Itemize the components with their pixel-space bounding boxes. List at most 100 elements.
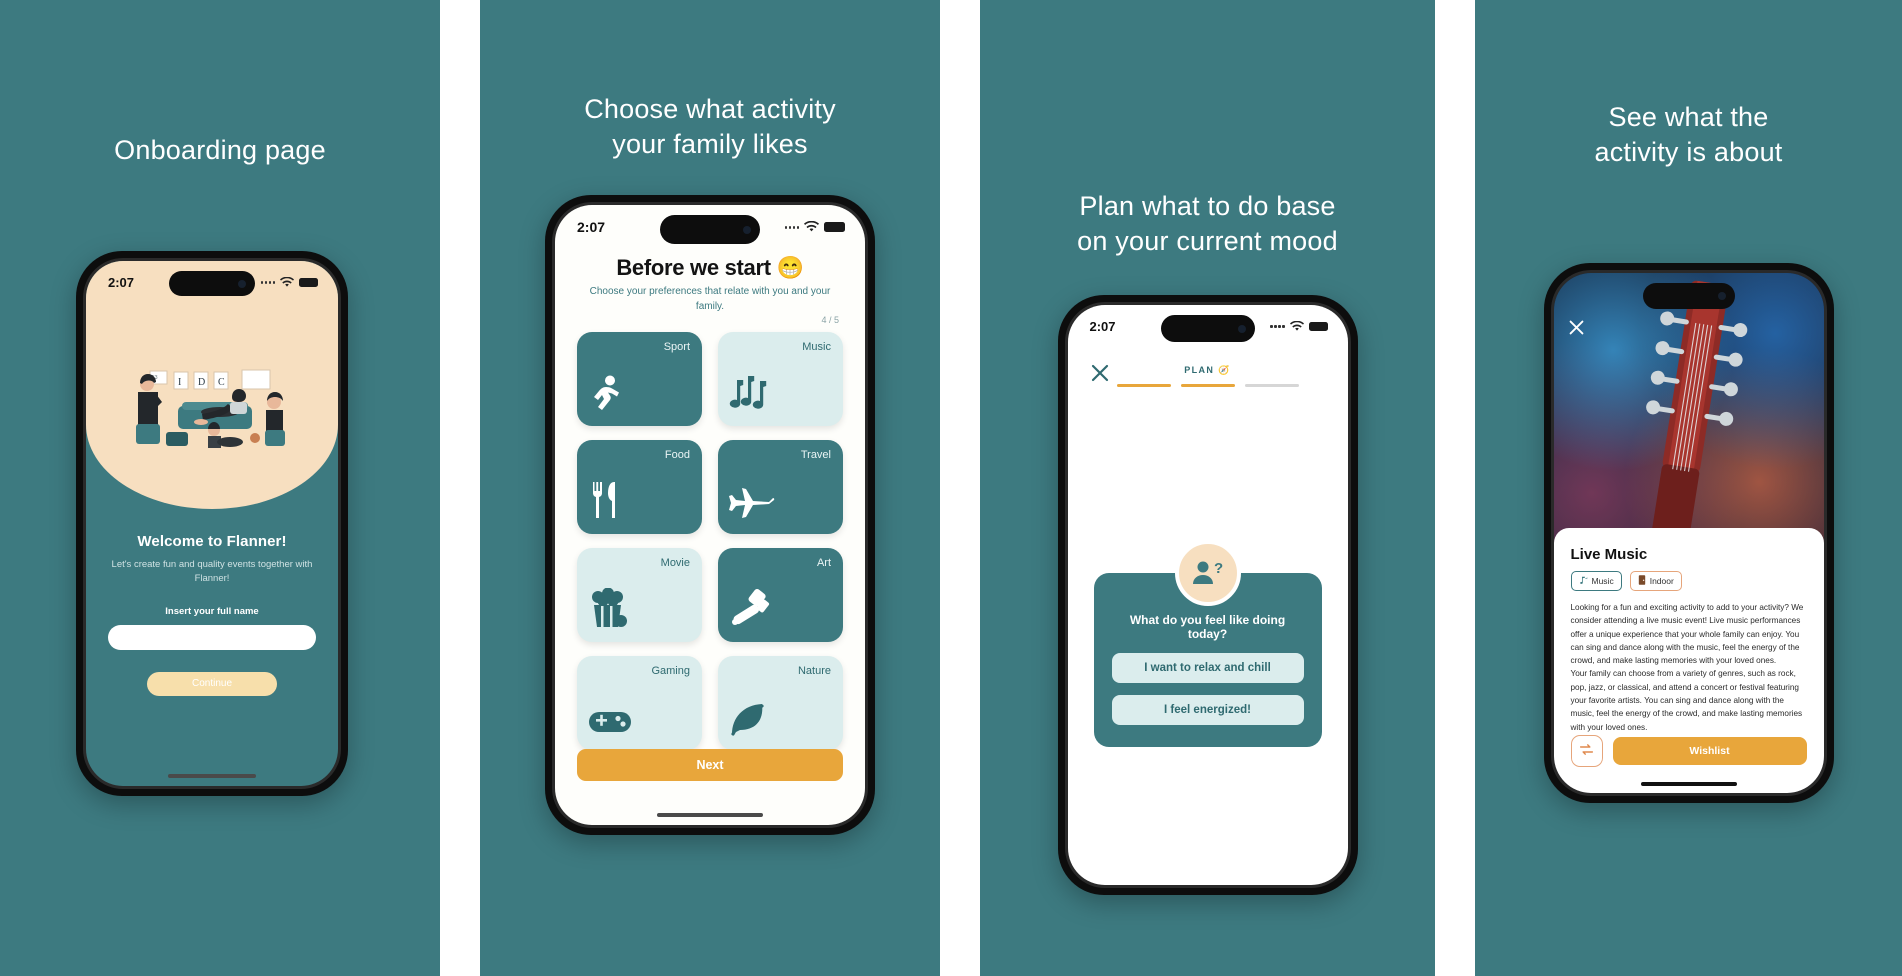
tag-label: Music [1591,576,1614,586]
panel-divider-1 [440,0,480,976]
category-card-sport[interactable]: Sport [577,332,702,426]
category-label: Gaming [651,665,690,677]
page-title-text: Before we start [616,255,771,280]
shuffle-button[interactable] [1570,735,1603,767]
home-indicator[interactable] [657,813,763,817]
cellular-icon [260,281,275,284]
activity-detail-card: Live Music Music Indoor Looking for a fu… [1553,528,1824,793]
cellular-icon [784,225,799,229]
page-title: Before we start 😁 [581,255,839,281]
description-paragraph-1: Looking for a fun and exciting activity … [1570,603,1804,666]
dynamic-island [1642,283,1735,309]
category-grid: Sport Music Food Travel Movie Art Gaming… [577,332,843,750]
wifi-icon [1289,321,1304,331]
category-label: Food [664,449,690,461]
plan-stepper: PLAN 🧭 [1068,365,1348,387]
progress-segment-1 [1116,384,1171,387]
phone-mockup-2: 2:07 Before we start 😁 Choose your prefe… [545,195,875,835]
page-subtitle: Let's create fun and quality events toge… [111,559,313,584]
popcorn-icon [588,587,632,633]
activity-title: Live Music [1570,546,1648,563]
battery-icon [1308,321,1328,332]
panel-preferences: Choose what activity your family likes 2… [480,0,940,976]
guitar-headstock-image [1645,280,1747,542]
panel-divider-2 [940,0,980,976]
category-card-music[interactable]: Music [718,332,843,426]
mood-option-energized[interactable]: I feel energized! [1111,695,1304,725]
panel-1-caption: Onboarding page [114,135,326,165]
fullname-input[interactable] [108,624,316,650]
compass-emoji: 🧭 [1218,365,1231,375]
plan-step-label: PLAN 🧭 [1068,365,1348,376]
gamepad-icon [588,706,632,741]
cutlery-icon [588,480,626,525]
category-card-nature[interactable]: Nature [718,656,843,750]
dynamic-island [169,271,255,296]
category-label: Nature [797,665,831,677]
home-indicator[interactable] [1640,782,1737,786]
category-label: Art [816,557,831,569]
panel-divider-3 [1435,0,1475,976]
airplane-icon [729,480,775,525]
progress-bars [1068,384,1348,387]
panel-3-caption: Plan what to do base on your current moo… [1077,191,1338,256]
mood-option-relax[interactable]: I want to relax and chill [1111,653,1304,683]
door-icon [1638,575,1646,587]
screenshot-board: Onboarding page 2:07 I D C Welcome to Fl… [0,0,1902,976]
wishlist-button[interactable]: Wishlist [1612,737,1807,765]
next-button[interactable]: Next [577,749,843,781]
category-card-travel[interactable]: Travel [718,440,843,534]
home-indicator[interactable] [168,774,256,778]
category-card-movie[interactable]: Movie [577,548,702,642]
panel-4-caption: See what the activity is about [1594,102,1783,167]
svg-text:D: D [198,377,205,388]
wifi-icon [804,221,819,232]
category-card-food[interactable]: Food [577,440,702,534]
fullname-label: Insert your full name [165,605,259,617]
paintbrush-icon [729,588,773,633]
page-title: Welcome to Flanner! [137,533,287,550]
plan-label-text: PLAN [1184,365,1215,375]
svg-text:C: C [218,377,225,388]
tag-indoor[interactable]: Indoor [1629,571,1682,591]
music-note-icon [1579,576,1588,587]
status-time: 2:07 [1089,319,1116,334]
activity-description: Looking for a fun and exciting activity … [1571,601,1807,734]
tag-music[interactable]: Music [1570,571,1622,591]
preferences-header: Before we start 😁 Choose your preference… [555,255,865,314]
category-label: Sport [663,341,690,353]
family-illustration: I D C 53 [86,366,338,448]
dynamic-island [1160,315,1255,342]
avatar: ? [1174,540,1241,606]
shuffle-icon [1579,742,1594,760]
category-card-gaming[interactable]: Gaming [577,656,702,750]
phone-mockup-1: 2:07 I D C Welcome to Flanner! Let's cre… [76,251,348,796]
cellular-icon [1270,325,1285,328]
svg-text:I: I [178,377,181,388]
category-label: Movie [660,557,690,569]
category-card-art[interactable]: Art [718,548,843,642]
step-counter: 4 / 5 [821,315,839,325]
tag-label: Indoor [1649,576,1674,586]
dynamic-island [660,215,760,244]
continue-button[interactable]: Continue [147,671,277,696]
progress-segment-2 [1180,384,1235,387]
grinning-face-emoji: 😁 [776,255,804,280]
panel-mood-plan: Plan what to do base on your current moo… [980,0,1435,976]
battery-icon [299,277,318,288]
onboarding-content: Welcome to Flanner! Let's create fun and… [86,533,338,696]
phone-mockup-4: Live Music Music Indoor Looking for a fu… [1543,263,1834,803]
status-time: 2:07 [108,275,135,290]
music-note-icon [729,374,771,417]
activity-actions: Wishlist [1570,735,1807,767]
progress-segment-3 [1244,384,1299,387]
mood-question-card: ? What do you feel like doing today? I w… [1093,540,1322,747]
wifi-icon [280,277,294,287]
leaf-icon [729,700,771,741]
activity-photo [1553,273,1824,548]
category-label: Travel [800,449,831,461]
close-icon[interactable] [1568,319,1585,341]
phone-mockup-3: 2:07 PLAN 🧭 ? What do you feel like doin… [1057,295,1358,895]
description-paragraph-2: Your family can choose from a variety of… [1570,669,1803,732]
svg-text:?: ? [1214,560,1223,577]
